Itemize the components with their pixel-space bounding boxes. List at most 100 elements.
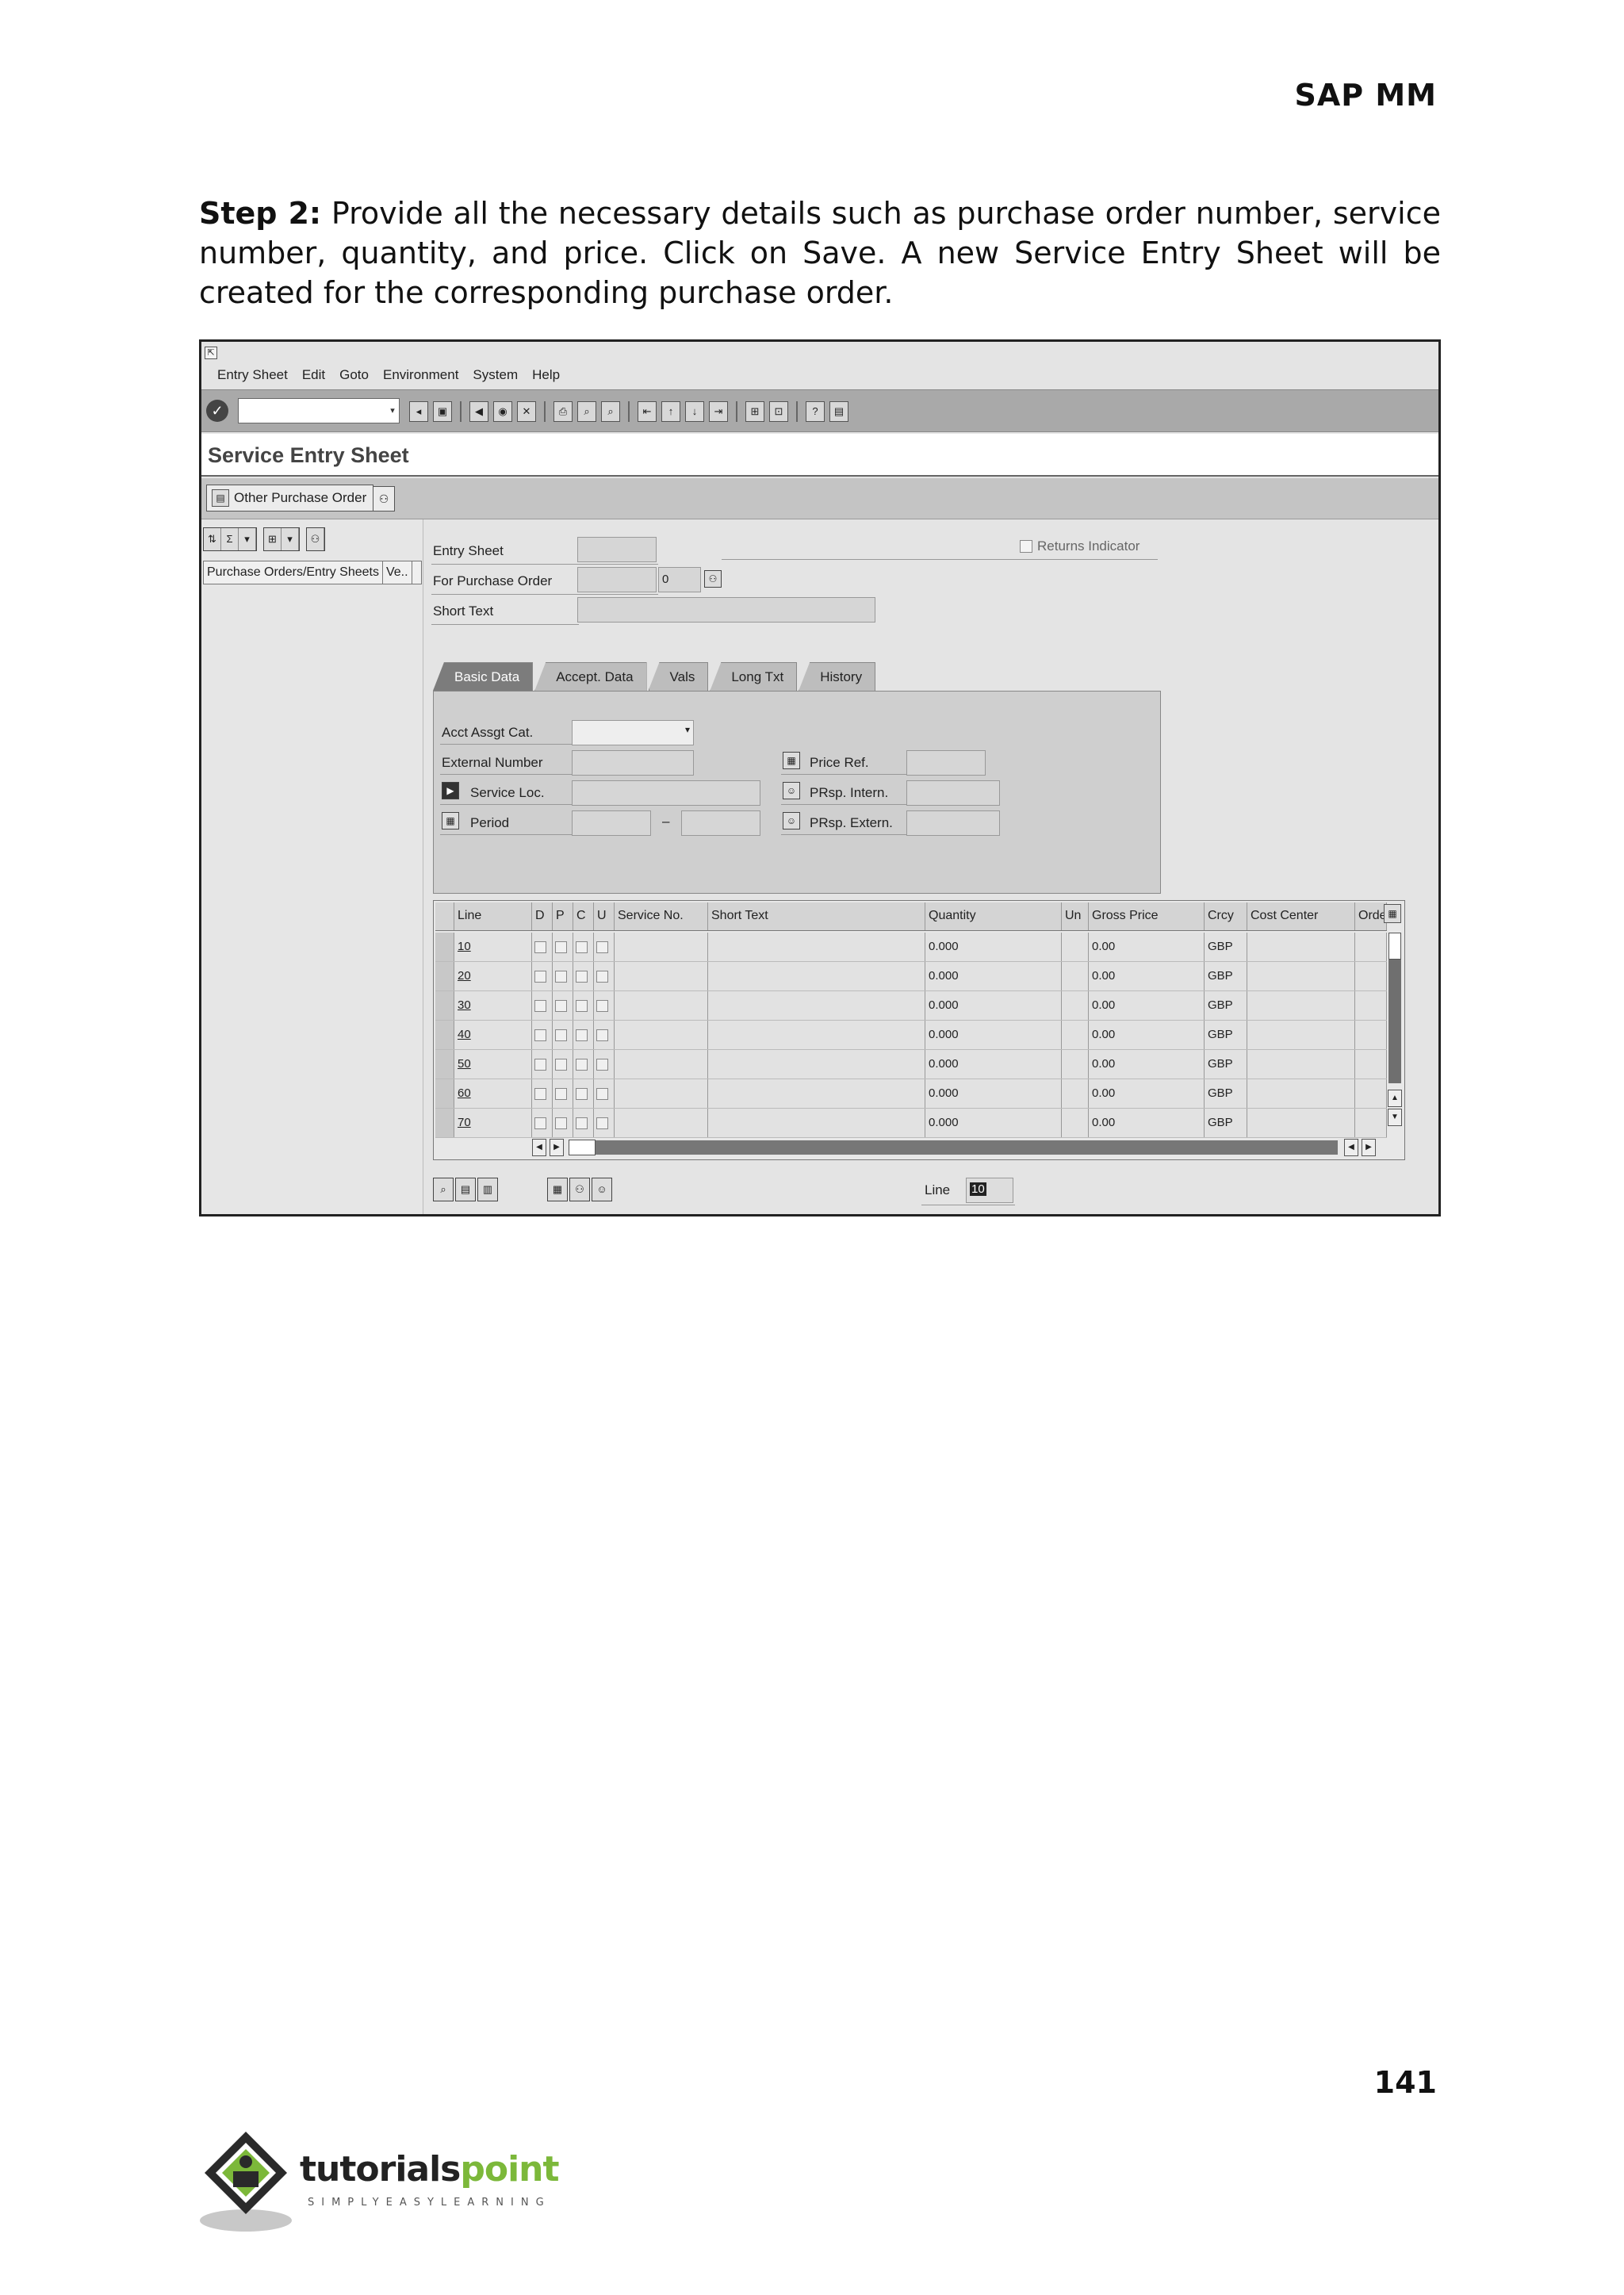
col-un[interactable]: Un (1062, 902, 1089, 930)
period-from-field[interactable] (572, 810, 651, 836)
back-icon[interactable]: ◀ (469, 401, 488, 422)
checkbox[interactable] (555, 1117, 567, 1129)
cell-crcy[interactable]: GBP (1205, 1021, 1247, 1049)
cell-un[interactable] (1062, 1021, 1089, 1049)
menu-system[interactable]: System (473, 367, 518, 386)
cell-short-text[interactable] (708, 933, 925, 961)
cell-cost-center[interactable] (1247, 991, 1355, 1020)
scroll-left-end-icon[interactable]: ◀ (1344, 1139, 1358, 1156)
previous-page-icon[interactable]: ↑ (661, 401, 680, 422)
find-next-icon[interactable]: ⌕ (601, 401, 620, 422)
cell-crcy[interactable]: GBP (1205, 1050, 1247, 1079)
cell-line[interactable]: 50 (454, 1050, 532, 1079)
cell-line[interactable]: 70 (454, 1109, 532, 1137)
back-arrow-icon[interactable]: ◂ (409, 401, 428, 422)
checkbox[interactable] (596, 1029, 608, 1041)
scroll-down-icon[interactable]: ▼ (1388, 1109, 1402, 1126)
col-service-no[interactable]: Service No. (615, 902, 708, 930)
row-selector[interactable] (435, 1109, 454, 1137)
cell-short-text[interactable] (708, 1021, 925, 1049)
row-selector-header[interactable] (435, 902, 454, 930)
model-service-icon[interactable]: ⚇ (569, 1178, 590, 1201)
cell-gross-price[interactable]: 0.00 (1089, 1109, 1205, 1137)
cell-crcy[interactable]: GBP (1205, 1109, 1247, 1137)
cell-c[interactable] (573, 1109, 594, 1137)
checkbox[interactable] (576, 999, 588, 1012)
cell-line[interactable]: 30 (454, 991, 532, 1020)
vertical-scroll-thumb[interactable] (1388, 933, 1401, 960)
col-short-text[interactable]: Short Text (708, 902, 925, 930)
checkbox[interactable] (576, 970, 588, 983)
cell-service-no[interactable] (615, 962, 708, 990)
cell-u[interactable] (594, 933, 615, 961)
sort-icon[interactable]: ⇅ (204, 528, 221, 550)
deselect-all-icon[interactable]: ▥ (477, 1178, 498, 1201)
cell-quantity[interactable]: 0.000 (925, 1050, 1062, 1079)
enter-check-icon[interactable]: ✓ (206, 400, 228, 422)
checkbox[interactable] (534, 1058, 546, 1071)
other-purchase-order-button[interactable]: ▤ Other Purchase Order (206, 485, 374, 511)
table-row[interactable]: 30 0.000 0.00 GBP (435, 991, 1387, 1021)
table-row[interactable]: 50 0.000 0.00 GBP (435, 1050, 1387, 1079)
checkbox[interactable] (534, 1029, 546, 1041)
cell-gross-price[interactable]: 0.00 (1089, 933, 1205, 961)
returns-indicator-checkbox[interactable] (1020, 540, 1032, 553)
checkbox[interactable] (596, 941, 608, 953)
tab-long-txt[interactable]: Long Txt (710, 662, 798, 691)
col-c[interactable]: C (573, 902, 594, 930)
checkbox[interactable] (576, 1029, 588, 1041)
short-text-field[interactable] (577, 597, 875, 623)
cell-c[interactable] (573, 933, 594, 961)
menu-edit[interactable]: Edit (302, 367, 325, 386)
checkbox[interactable] (596, 1058, 608, 1071)
cell-d[interactable] (532, 1109, 553, 1137)
cell-d[interactable] (532, 1050, 553, 1079)
col-quantity[interactable]: Quantity (925, 902, 1062, 930)
next-page-icon[interactable]: ↓ (685, 401, 704, 422)
checkbox[interactable] (534, 970, 546, 983)
col-d[interactable]: D (532, 902, 553, 930)
cell-short-text[interactable] (708, 1050, 925, 1079)
prsp-intern-field[interactable] (906, 780, 1000, 806)
cell-cost-center[interactable] (1247, 1079, 1355, 1108)
save-icon[interactable]: ▣ (433, 401, 452, 422)
cell-service-no[interactable] (615, 1021, 708, 1049)
scroll-right-icon[interactable]: ▶ (550, 1139, 564, 1156)
acct-assgt-dropdown-icon[interactable]: ▾ (685, 724, 690, 735)
cell-p[interactable] (553, 1079, 573, 1108)
service-loc-expand-icon[interactable]: ▶ (442, 782, 459, 799)
menu-help[interactable]: Help (532, 367, 560, 386)
cell-crcy[interactable]: GBP (1205, 933, 1247, 961)
prsp-extern-field[interactable] (906, 810, 1000, 836)
cell-p[interactable] (553, 1109, 573, 1137)
cell-d[interactable] (532, 1079, 553, 1108)
find-icon[interactable]: ⌕ (577, 401, 596, 422)
tab-accept-data[interactable]: Accept. Data (534, 662, 647, 691)
col-line[interactable]: Line (454, 902, 532, 930)
checkbox[interactable] (534, 1117, 546, 1129)
cell-cost-center[interactable] (1247, 1109, 1355, 1137)
tab-basic-data[interactable]: Basic Data (433, 662, 534, 691)
checkbox[interactable] (534, 999, 546, 1012)
menu-environment[interactable]: Environment (383, 367, 458, 386)
cell-u[interactable] (594, 991, 615, 1020)
col-p[interactable]: P (553, 902, 573, 930)
cell-gross-price[interactable]: 0.00 (1089, 1021, 1205, 1049)
layout-menu-icon[interactable]: ▤ (829, 401, 848, 422)
col-crcy[interactable]: Crcy (1205, 902, 1247, 930)
scroll-up-icon[interactable]: ▲ (1388, 1090, 1402, 1107)
cell-c[interactable] (573, 1021, 594, 1049)
cell-p[interactable] (553, 1050, 573, 1079)
cell-order[interactable] (1355, 933, 1387, 961)
entry-sheet-field[interactable] (577, 537, 657, 562)
window-menu-icon[interactable]: ⇱ (205, 347, 217, 359)
cell-cost-center[interactable] (1247, 962, 1355, 990)
cell-u[interactable] (594, 1109, 615, 1137)
cell-short-text[interactable] (708, 962, 925, 990)
cell-p[interactable] (553, 991, 573, 1020)
cell-gross-price[interactable]: 0.00 (1089, 962, 1205, 990)
menu-goto[interactable]: Goto (339, 367, 369, 386)
service-loc-field[interactable] (572, 780, 760, 806)
table-row[interactable]: 70 0.000 0.00 GBP (435, 1109, 1387, 1138)
acct-assgt-field[interactable]: ▾ (572, 720, 694, 745)
